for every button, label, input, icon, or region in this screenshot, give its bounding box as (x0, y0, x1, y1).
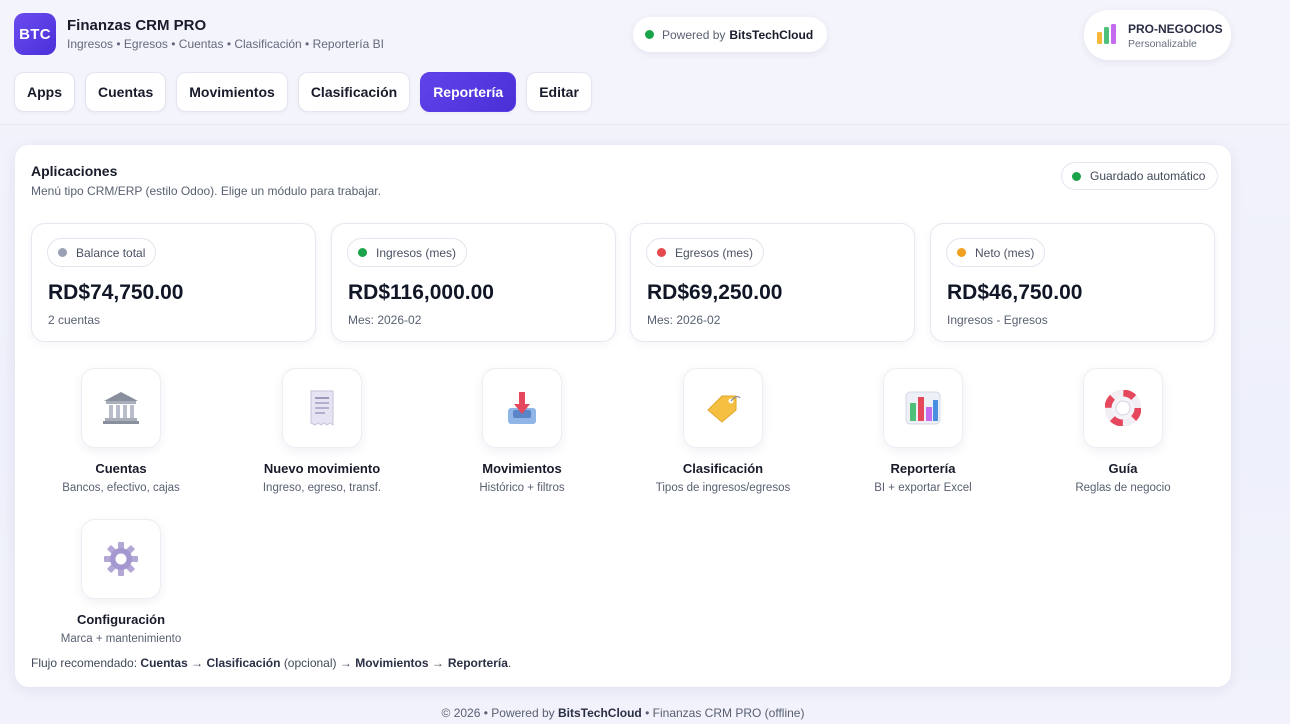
app-title: Finanzas CRM PRO (67, 17, 207, 34)
kpi-value: RD$74,750.00 (48, 281, 184, 304)
module-name: Configuración (76, 612, 166, 627)
powered-name: BitsTechCloud (729, 27, 814, 42)
kpi-label: Egresos (mes) (675, 245, 754, 260)
module-tile[interactable] (482, 368, 562, 448)
kpi-balance-total: Balance total RD$74,750.00 2 cuentas (31, 223, 316, 342)
kpi-chip: Neto (mes) (946, 238, 1046, 267)
gear-icon (104, 542, 138, 576)
panel-title: Aplicaciones (31, 163, 118, 179)
module-configuracion[interactable]: Configuración Marca + mantenimiento (31, 519, 211, 659)
module-tile[interactable] (282, 368, 362, 448)
status-dot-icon (1072, 171, 1081, 181)
kpi-label: Ingresos (mes) (376, 245, 457, 260)
kpi-chip: Ingresos (mes) (347, 238, 468, 267)
autosave-badge: Guardado automático (1061, 162, 1219, 190)
tab-apps[interactable]: Apps (14, 72, 75, 112)
footer-suffix: • Finanzas CRM PRO (offline) (645, 706, 805, 720)
module-cuentas[interactable]: Cuentas Bancos, efectivo, cajas (31, 368, 211, 508)
kpi-value: RD$46,750.00 (947, 281, 1083, 304)
module-reporteria[interactable]: Reportería BI + exportar Excel (833, 368, 1013, 508)
flow-optional: (opcional) (283, 656, 337, 670)
flow-step-movimientos: Movimientos (355, 656, 429, 670)
module-nuevo-movimiento[interactable]: Nuevo movimiento Ingreso, egreso, transf… (232, 368, 412, 508)
footer-prefix: © 2026 • Powered by (441, 706, 555, 720)
flow-arrow: → (339, 656, 352, 670)
module-tile[interactable] (81, 519, 161, 599)
flow-prefix: Flujo recomendado: (31, 656, 138, 670)
flow-step-clasificacion: Clasificación (206, 656, 281, 670)
kpi-value: RD$69,250.00 (647, 281, 783, 304)
module-desc: Ingreso, egreso, transf. (262, 482, 382, 494)
flow-step-cuentas: Cuentas (140, 656, 188, 670)
module-guia[interactable]: Guía Reglas de negocio (1033, 368, 1213, 508)
tab-clasificacion[interactable]: Clasificación (297, 72, 411, 112)
flow-arrow: → (191, 656, 204, 670)
module-name: Clasificación (682, 461, 764, 476)
kpi-chip: Egresos (mes) (646, 238, 765, 267)
module-tile[interactable] (883, 368, 963, 448)
kpi-chip: Balance total (47, 238, 157, 267)
module-tile[interactable] (1083, 368, 1163, 448)
status-dot-icon (645, 30, 654, 39)
module-tile[interactable] (683, 368, 763, 448)
kpi-note: Ingresos - Egresos (947, 313, 1048, 327)
tag-icon (707, 395, 741, 423)
kpi-label: Balance total (76, 245, 146, 260)
module-desc: BI + exportar Excel (874, 482, 972, 494)
tab-reporteria[interactable]: Reportería (420, 72, 517, 112)
apps-panel: Aplicaciones Menú tipo CRM/ERP (estilo O… (15, 145, 1231, 687)
module-desc: Tipos de ingresos/egresos (655, 482, 791, 494)
bar-chart-icon (1097, 24, 1116, 44)
module-name: Reportería (890, 461, 956, 476)
status-dot-icon (358, 248, 367, 257)
page-footer: © 2026 • Powered by BitsTechCloud • Fina… (0, 706, 1246, 720)
kpi-ingresos: Ingresos (mes) RD$116,000.00 Mes: 2026-0… (331, 223, 616, 342)
bar-chart-icon (905, 391, 941, 425)
powered-prefix: Powered by (662, 27, 726, 42)
kpi-note: 2 cuentas (48, 313, 101, 327)
status-dot-icon (957, 248, 966, 257)
powered-by-badge: Powered by BitsTechCloud (633, 17, 828, 52)
kpi-label: Neto (mes) (975, 245, 1035, 260)
kpi-value: RD$116,000.00 (348, 281, 494, 304)
module-movimientos[interactable]: Movimientos Histórico + filtros (432, 368, 612, 508)
module-name: Guía (1108, 461, 1138, 476)
module-desc: Reglas de negocio (1075, 482, 1171, 494)
flow-arrow: → (431, 656, 444, 670)
tab-editar[interactable]: Editar (526, 72, 592, 112)
module-desc: Bancos, efectivo, cajas (62, 482, 180, 494)
brand-logo[interactable]: BTC (14, 13, 56, 55)
module-name: Cuentas (95, 461, 147, 476)
status-dot-icon (58, 248, 67, 257)
module-name: Movimientos (482, 461, 562, 476)
module-desc: Marca + mantenimiento (60, 633, 182, 645)
status-dot-icon (657, 248, 666, 257)
top-header: BTC Finanzas CRM PRO Ingresos • Egresos … (0, 0, 1290, 125)
tab-movimientos[interactable]: Movimientos (176, 72, 288, 112)
module-clasificacion[interactable]: Clasificación Tipos de ingresos/egresos (633, 368, 813, 508)
module-desc: Histórico + filtros (479, 482, 565, 494)
module-name: Nuevo movimiento (263, 461, 381, 476)
tab-cuentas[interactable]: Cuentas (85, 72, 167, 112)
bank-icon (103, 392, 139, 424)
flow-step-reporteria: Reportería (447, 656, 508, 670)
module-tile[interactable] (81, 368, 161, 448)
panel-subtitle: Menú tipo CRM/ERP (estilo Odoo). Elige u… (31, 184, 381, 198)
kpi-note: Mes: 2026-02 (348, 313, 422, 327)
kpi-neto: Neto (mes) RD$46,750.00 Ingresos - Egres… (930, 223, 1215, 342)
pro-badge-title: PRO-NEGOCIOS (1128, 22, 1223, 36)
kpi-note: Mes: 2026-02 (647, 313, 721, 327)
lifebuoy-icon (1105, 390, 1141, 426)
recommended-flow: Flujo recomendado: Cuentas → Clasificaci… (31, 656, 511, 670)
pro-badge[interactable]: PRO-NEGOCIOS Personalizable (1084, 10, 1231, 60)
app-subtitle: Ingresos • Egresos • Cuentas • Clasifica… (67, 37, 384, 51)
kpi-egresos: Egresos (mes) RD$69,250.00 Mes: 2026-02 (630, 223, 915, 342)
flow-end: . (507, 656, 512, 670)
autosave-label: Guardado automático (1090, 169, 1206, 183)
footer-brand: BitsTechCloud (557, 706, 642, 720)
pro-badge-subtitle: Personalizable (1128, 38, 1197, 50)
main-tabs: Apps Cuentas Movimientos Clasificación R… (14, 72, 592, 112)
inbox-tray-icon (508, 392, 536, 424)
receipt-icon (310, 390, 334, 426)
